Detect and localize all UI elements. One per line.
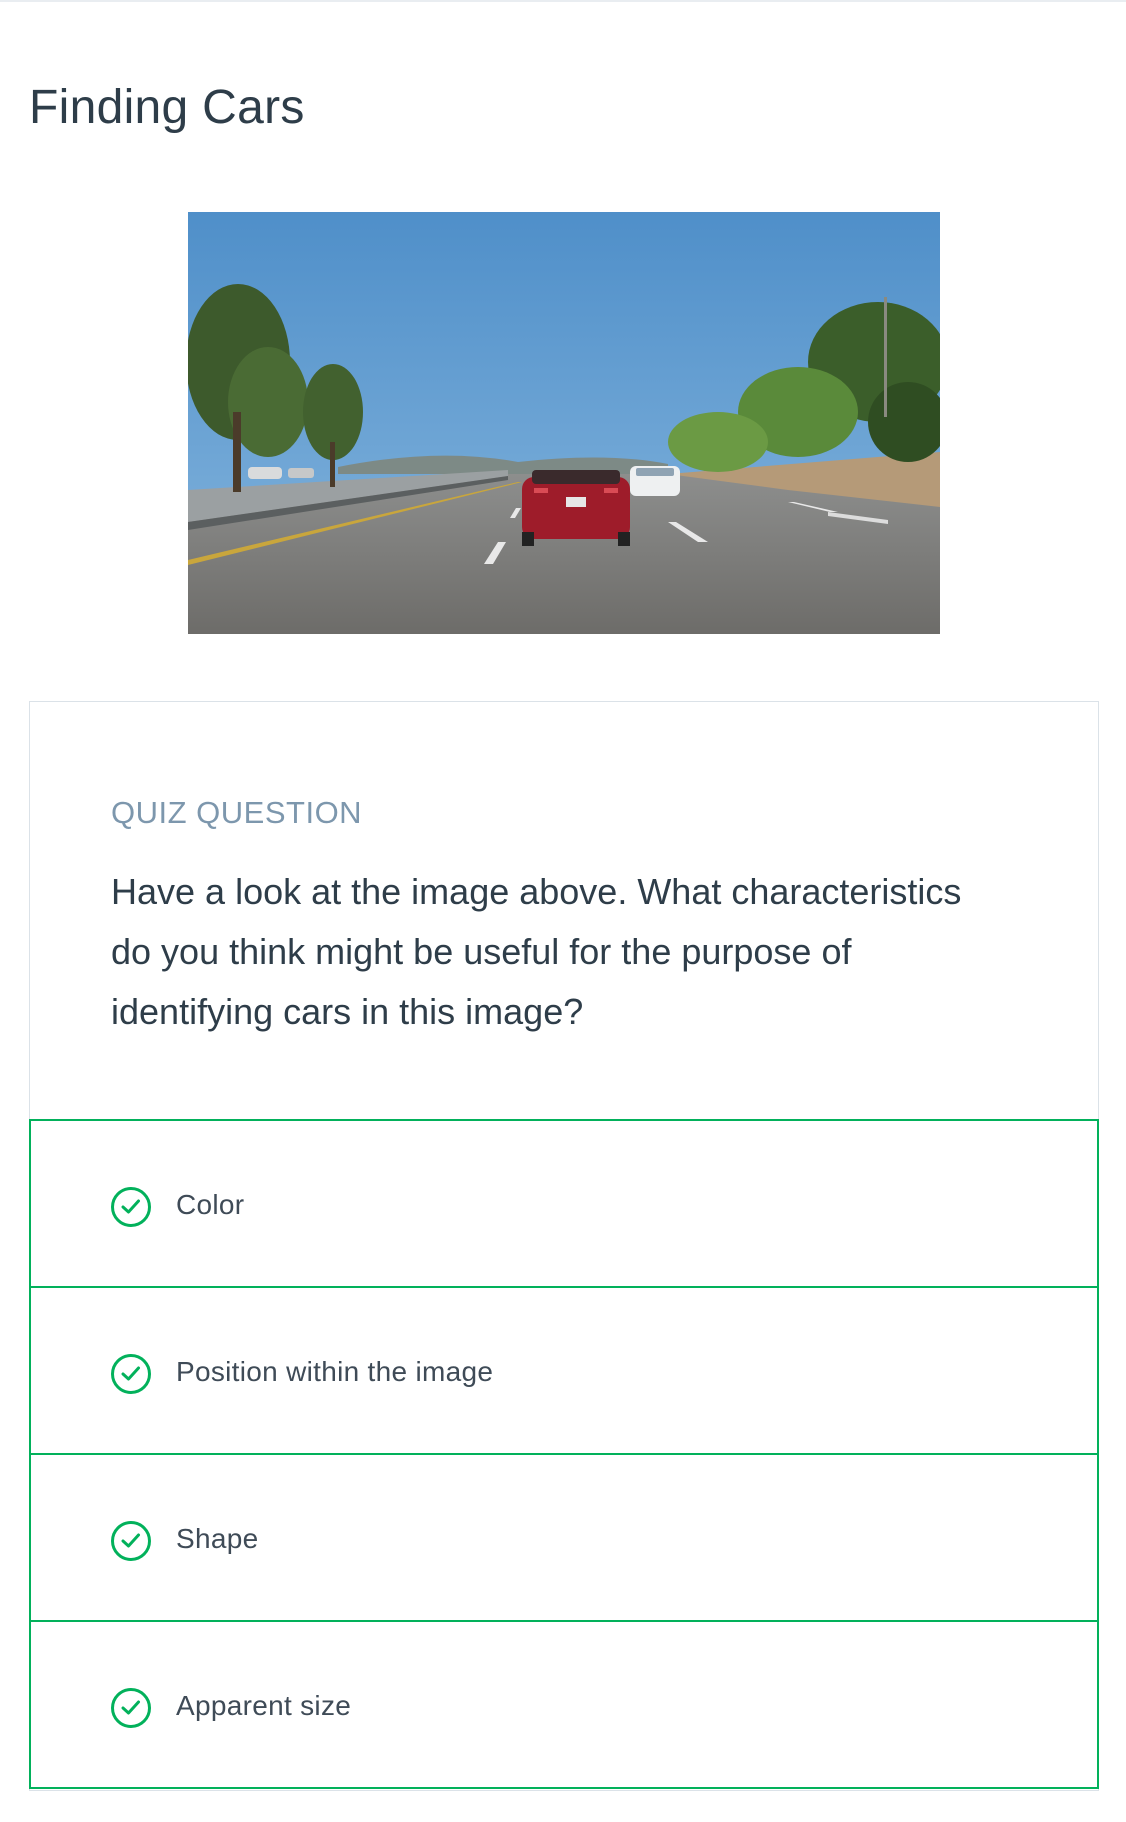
answer-option-label: Color	[176, 1189, 245, 1220]
page-title: Finding Cars	[29, 81, 305, 134]
quiz-question-prompt: Have a look at the image above. What cha…	[111, 871, 962, 1032]
answer-option-label: Position within the image	[176, 1356, 494, 1387]
answer-option-apparent-size[interactable]: Apparent size	[29, 1620, 1099, 1789]
answer-option-position[interactable]: Position within the image	[29, 1286, 1099, 1455]
top-divider	[0, 0, 1126, 2]
answer-option-label: Shape	[176, 1523, 259, 1554]
quiz-question-label: QUIZ QUESTION	[111, 795, 363, 830]
check-circle-icon	[111, 1688, 151, 1728]
answer-option-shape[interactable]: Shape	[29, 1453, 1099, 1622]
check-circle-icon	[111, 1521, 151, 1561]
check-circle-icon	[111, 1187, 151, 1227]
quiz-card: QUIZ QUESTION Have a look at the image a…	[29, 701, 1099, 1791]
answer-option-color[interactable]: Color	[29, 1119, 1099, 1288]
road-scene-image	[188, 212, 940, 634]
check-circle-icon	[111, 1354, 151, 1394]
answer-option-label: Apparent size	[176, 1690, 352, 1721]
answer-options: Color Position within the image Shape Ap…	[29, 1119, 1099, 1789]
